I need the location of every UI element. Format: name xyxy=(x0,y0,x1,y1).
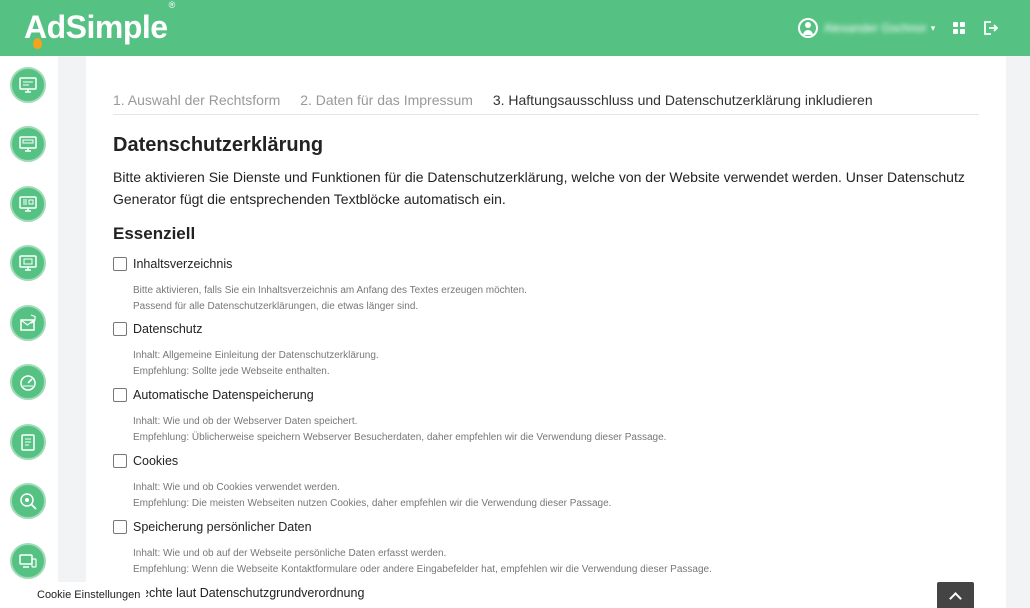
sidebar-item-imprint[interactable] xyxy=(10,67,46,103)
sidebar-item-privacy[interactable] xyxy=(10,126,46,162)
option-desc: Inhalt: Wie und ob auf der Webseite pers… xyxy=(133,548,447,559)
apps-grid-icon[interactable] xyxy=(953,22,965,34)
main-content: 1. Auswahl der Rechtsform 2. Daten für d… xyxy=(86,56,1006,608)
monitor-stack-icon xyxy=(19,255,37,271)
option-label[interactable]: Speicherung persönlicher Daten xyxy=(133,520,312,534)
brand-name: AdSimple xyxy=(24,9,168,45)
top-bar: AdSimple® Alexander Gschnor ▾ xyxy=(0,0,1030,56)
monitor-text-icon xyxy=(19,196,37,212)
sidebar-item-devices[interactable] xyxy=(10,543,46,579)
steps-divider xyxy=(113,114,979,115)
user-icon xyxy=(798,18,818,38)
option-label[interactable]: Rechte laut Datenschutzgrundverordnung xyxy=(133,586,364,600)
monitor-form-icon xyxy=(19,136,37,152)
option-desc: Empfehlung: Die meisten Webseiten nutzen… xyxy=(133,498,612,509)
option-table-of-contents: Inhaltsverzeichnis Bitte aktivieren, fal… xyxy=(113,256,993,315)
sidebar-item-terms[interactable] xyxy=(10,245,46,281)
gauge-icon xyxy=(20,375,36,391)
step-breadcrumb: 1. Auswahl der Rechtsform 2. Daten für d… xyxy=(113,92,889,108)
scroll-to-top-button[interactable] xyxy=(937,582,974,608)
option-label[interactable]: Automatische Datenspeicherung xyxy=(133,388,314,402)
section-title: Essenziell xyxy=(113,224,196,243)
step-3-active[interactable]: 3. Haftungsausschluss und Datenschutzerk… xyxy=(493,92,873,108)
sidebar-item-seo[interactable] xyxy=(10,483,46,519)
document-icon xyxy=(21,434,35,451)
option-desc: Bitte aktivieren, falls Sie ein Inhaltsv… xyxy=(133,285,527,296)
option-label[interactable]: Cookies xyxy=(133,454,178,468)
checkbox-table-of-contents[interactable] xyxy=(113,257,127,271)
cookie-settings-button[interactable]: Cookie Einstellungen xyxy=(30,582,146,608)
trademark-mark: ® xyxy=(168,0,176,11)
sidebar-item-documents[interactable] xyxy=(10,424,46,460)
sidebar-item-newsletter[interactable] xyxy=(10,305,46,341)
user-name: Alexander Gschnor xyxy=(824,21,927,35)
option-desc: Inhalt: Allgemeine Einleitung der Datens… xyxy=(133,350,379,361)
option-desc: Passend für alle Datenschutzerklärungen,… xyxy=(133,301,419,312)
option-auto-storage: Automatische Datenspeicherung Inhalt: Wi… xyxy=(113,387,993,446)
chevron-down-icon: ▾ xyxy=(930,22,936,33)
option-personal-data: Speicherung persönlicher Daten Inhalt: W… xyxy=(113,519,993,578)
option-privacy: Datenschutz Inhalt: Allgemeine Einleitun… xyxy=(113,321,993,380)
option-desc: Empfehlung: Wenn die Webseite Kontaktfor… xyxy=(133,564,712,575)
option-desc: Empfehlung: Sollte jede Webseite enthalt… xyxy=(133,366,330,377)
devices-icon xyxy=(19,554,37,568)
checkbox-personal-data[interactable] xyxy=(113,520,127,534)
sidebar-item-disclaimer[interactable] xyxy=(10,186,46,222)
monitor-icon xyxy=(19,77,37,93)
search-eye-icon xyxy=(20,493,37,510)
brand-logo[interactable]: AdSimple® xyxy=(24,0,175,46)
user-menu[interactable]: Alexander Gschnor ▾ xyxy=(798,17,935,39)
sidebar xyxy=(0,56,58,608)
sidebar-item-performance[interactable] xyxy=(10,364,46,400)
logout-icon[interactable] xyxy=(982,20,998,36)
mail-shield-icon xyxy=(20,314,36,331)
intro-text: Bitte aktivieren Sie Dienste und Funktio… xyxy=(113,169,965,207)
option-desc: Empfehlung: Üblicherweise speichern Webs… xyxy=(133,432,667,443)
logo-flame-icon xyxy=(33,38,42,49)
step-1[interactable]: 1. Auswahl der Rechtsform xyxy=(113,92,280,108)
option-desc: Inhalt: Wie und ob der Webserver Daten s… xyxy=(133,416,358,427)
step-2[interactable]: 2. Daten für das Impressum xyxy=(300,92,473,108)
option-cookies: Cookies Inhalt: Wie und ob Cookies verwe… xyxy=(113,453,993,512)
option-gdpr-rights: Rechte laut Datenschutzgrundverordnung xyxy=(113,585,993,601)
page-title: Datenschutzerklärung xyxy=(113,134,324,156)
checkbox-auto-storage[interactable] xyxy=(113,388,127,402)
option-label[interactable]: Inhaltsverzeichnis xyxy=(133,257,232,271)
checkbox-privacy[interactable] xyxy=(113,322,127,336)
option-label[interactable]: Datenschutz xyxy=(133,322,202,336)
checkbox-cookies[interactable] xyxy=(113,454,127,468)
option-desc: Inhalt: Wie und ob Cookies verwendet wer… xyxy=(133,482,340,493)
